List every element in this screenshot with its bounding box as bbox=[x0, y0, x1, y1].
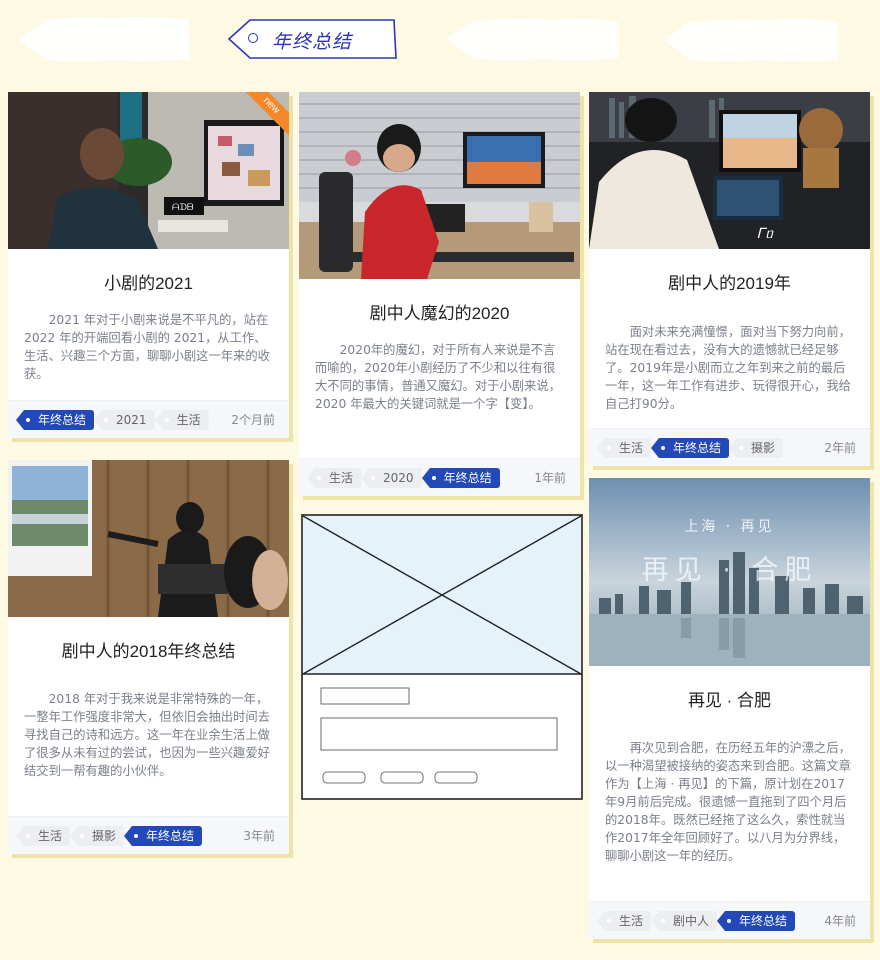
article-excerpt: 再次见到合肥，在历经五年的沪漂之后，以一种渴望被接纳的姿态来到合肥。这篇文章作为… bbox=[605, 741, 851, 863]
article-thumbnail[interactable]: Ꮁᥝ bbox=[589, 92, 870, 249]
image-caption-top: 上海 · 再见 bbox=[684, 519, 775, 535]
article-thumbnail[interactable]: ᗩᗪᗷ new bbox=[8, 92, 289, 249]
article-footer: 生活 2020 年终总结 1年前 bbox=[299, 458, 580, 496]
article-excerpt: 面对未来充满憧憬，面对当下努力向前，站在现在看过去，没有大的遗憾就已经足够了。2… bbox=[605, 325, 851, 411]
article-time: 3年前 bbox=[243, 829, 275, 843]
tab-label: 年终总结 bbox=[272, 31, 353, 53]
tag-item[interactable]: 生活 bbox=[15, 825, 71, 846]
tag-item[interactable]: 年终总结 bbox=[15, 409, 95, 430]
tab-placeholder-1[interactable] bbox=[12, 14, 192, 64]
article-time: 2个月前 bbox=[231, 413, 275, 427]
svg-text:ᗩᗪᗷ: ᗩᗪᗷ bbox=[172, 203, 194, 213]
tag-item[interactable]: 摄影 bbox=[70, 825, 125, 846]
article-time: 1年前 bbox=[534, 471, 566, 485]
tag-item[interactable]: 2020 bbox=[361, 467, 422, 488]
tag-item[interactable]: 生活 bbox=[596, 910, 652, 931]
image-caption-main: 再见 · 合肥 bbox=[641, 555, 818, 586]
article-footer: 生活 摄影 年终总结 3年前 bbox=[8, 816, 289, 854]
article-title[interactable]: 再见 · 合肥 bbox=[589, 686, 870, 711]
tag-item[interactable]: 年终总结 bbox=[124, 825, 203, 846]
article-excerpt: 2018 年对于我来说是非常特殊的一年，一整年工作强度非常大，但依旧会抽出时间去… bbox=[24, 692, 270, 778]
article-excerpt: 2020年的魔幻，对于所有人来说是不言而喻的，2020年小剧经历了不少和以往有很… bbox=[315, 343, 561, 411]
article-footer: 生活 剧中人 年终总结 4年前 bbox=[589, 901, 870, 939]
image-signature: Ꮁᥝ bbox=[757, 226, 774, 242]
tab-placeholder-2[interactable] bbox=[442, 14, 622, 64]
article-footer: 年终总结 2021 生活 2个月前 bbox=[8, 400, 289, 438]
article-title[interactable]: 剧中人魔幻的2020 bbox=[299, 299, 580, 324]
tag-item[interactable]: 剧中人 bbox=[651, 910, 718, 931]
tag-item[interactable]: 生活 bbox=[154, 409, 209, 430]
tab-placeholder-3[interactable] bbox=[660, 14, 842, 64]
article-card[interactable]: 剧中人的2018年终总结 2018 年对于我来说是非常特殊的一年，一整年工作强度… bbox=[8, 460, 289, 854]
article-excerpt: 2021 年对于小剧来说是不平凡的，站在 2022 年的开端回看小剧的 2021… bbox=[24, 313, 270, 381]
article-time: 4年前 bbox=[824, 914, 856, 928]
article-thumbnail[interactable] bbox=[8, 460, 289, 617]
tag-item[interactable]: 年终总结 bbox=[651, 437, 730, 458]
tag-item[interactable]: 生活 bbox=[306, 467, 362, 488]
tag-item[interactable]: 年终总结 bbox=[717, 910, 796, 931]
article-title[interactable]: 剧中人的2018年终总结 bbox=[8, 637, 289, 662]
loading-card-placeholder bbox=[301, 514, 583, 800]
article-time: 2年前 bbox=[824, 441, 856, 455]
article-thumbnail[interactable] bbox=[299, 92, 580, 279]
tag-item[interactable]: 摄影 bbox=[729, 437, 784, 458]
tab-year-summary[interactable]: 年终总结 bbox=[226, 18, 398, 60]
tag-item[interactable]: 年终总结 bbox=[421, 467, 500, 488]
article-card[interactable]: 上海 · 再见 再见 · 合肥 再见 · 合肥 再次见到合肥，在历经五年的沪漂之… bbox=[589, 478, 870, 939]
category-tab-bar: 年终总结 bbox=[0, 0, 880, 80]
article-card[interactable]: Ꮁᥝ 剧中人的2019年 面对未来充满憧憬，面对当下努力向前，站在现在看过去，没… bbox=[589, 92, 870, 466]
article-footer: 生活 年终总结 摄影 2年前 bbox=[589, 428, 870, 466]
tab-dot-icon bbox=[248, 33, 258, 43]
article-thumbnail[interactable]: 上海 · 再见 再见 · 合肥 bbox=[589, 478, 870, 666]
article-title[interactable]: 小剧的2021 bbox=[8, 269, 289, 294]
tag-item[interactable]: 2021 bbox=[94, 409, 155, 430]
article-title[interactable]: 剧中人的2019年 bbox=[589, 269, 870, 294]
article-card[interactable]: 剧中人魔幻的2020 2020年的魔幻，对于所有人来说是不言而喻的，2020年小… bbox=[299, 92, 580, 496]
tag-item[interactable]: 生活 bbox=[596, 437, 652, 458]
article-card[interactable]: ᗩᗪᗷ new 小剧的2021 2021 年对于小剧来说是不平凡的，站在 202… bbox=[8, 92, 289, 438]
